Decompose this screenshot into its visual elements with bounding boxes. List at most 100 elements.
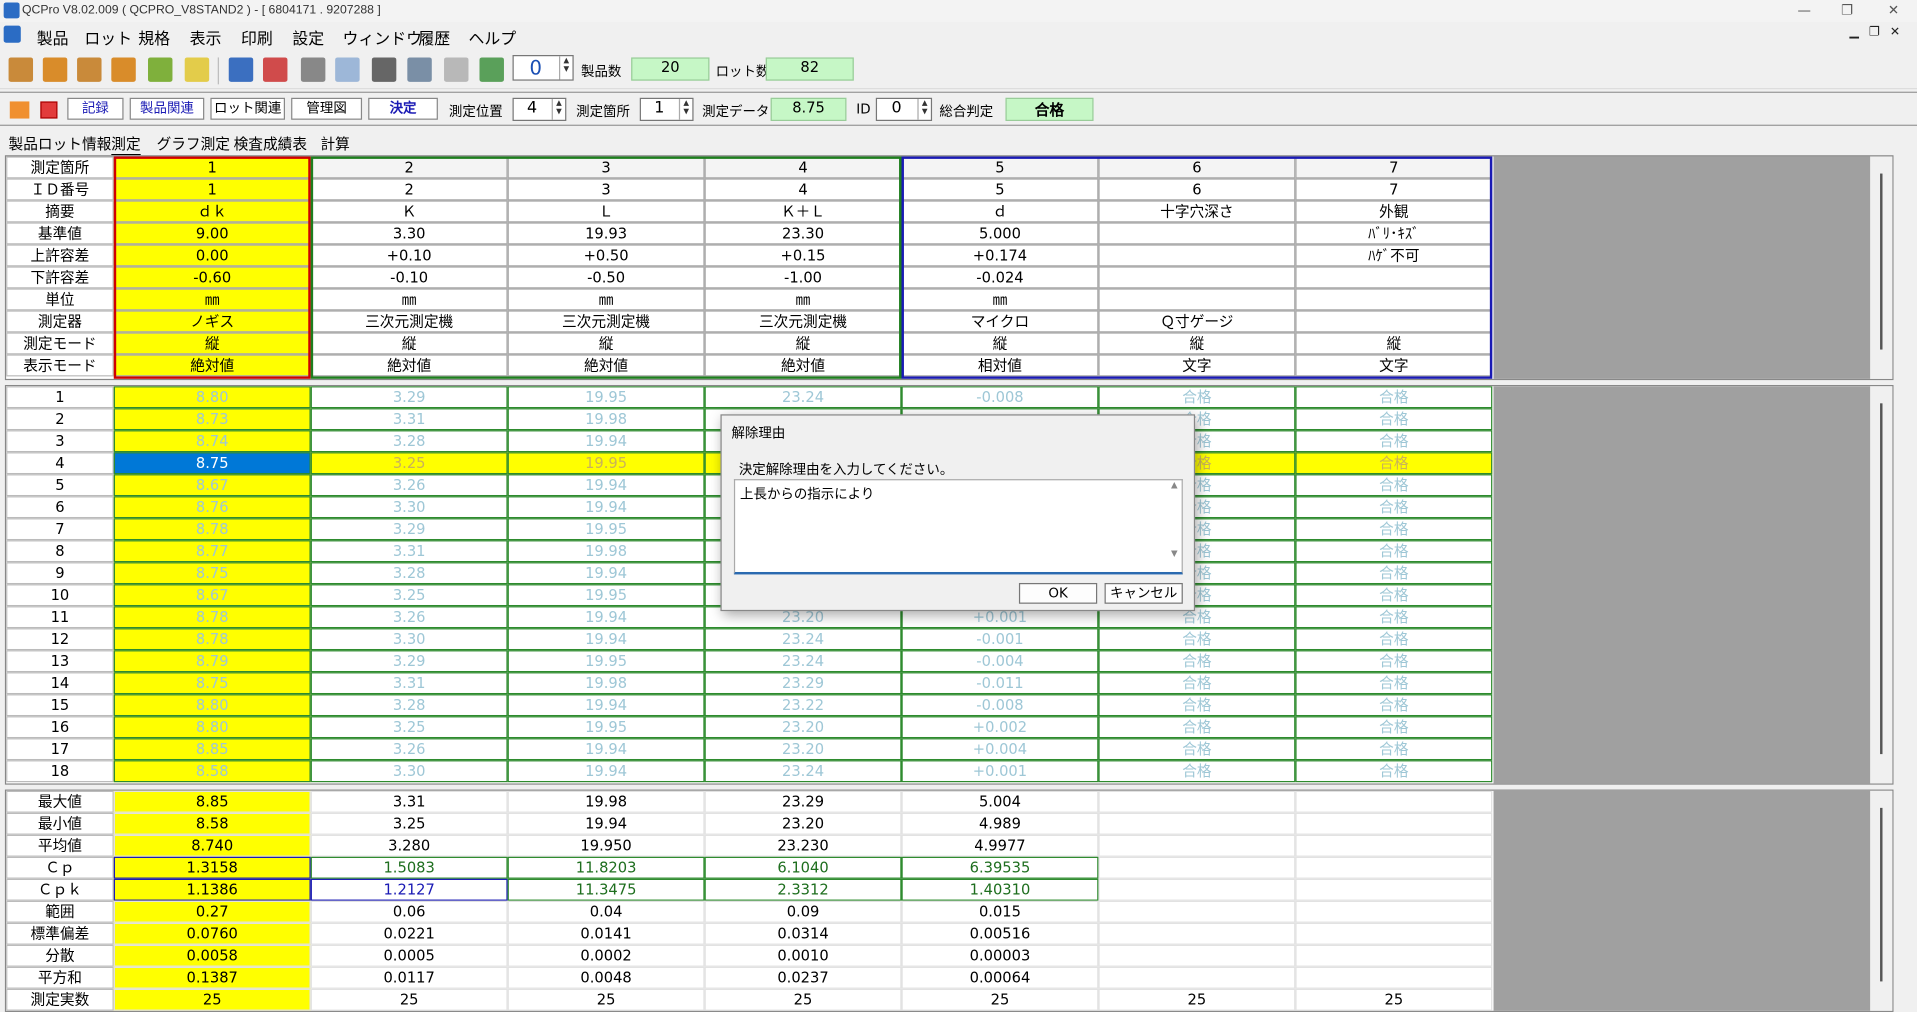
spec-cell[interactable] bbox=[1098, 266, 1296, 289]
meas-cell[interactable]: 3.26 bbox=[310, 738, 508, 761]
meas-cell[interactable]: -0.008 bbox=[901, 694, 1099, 717]
meas-cell[interactable]: 合格 bbox=[1295, 760, 1493, 783]
spec-cell[interactable]: 縦 bbox=[507, 332, 705, 355]
meas-cell[interactable]: 3.29 bbox=[310, 650, 508, 673]
vertical-scrollbar[interactable] bbox=[1870, 156, 1893, 379]
spec-cell[interactable]: ㎜ bbox=[507, 288, 705, 311]
spec-cell[interactable]: +0.50 bbox=[507, 244, 705, 267]
meas-cell[interactable]: 23.24 bbox=[704, 386, 902, 409]
menu-help[interactable]: ヘルプ bbox=[468, 26, 516, 49]
meas-cell[interactable]: 19.95 bbox=[507, 584, 705, 607]
meas-cell[interactable]: 8.78 bbox=[113, 628, 311, 651]
spec-cell[interactable]: 縦 bbox=[901, 332, 1099, 355]
meas-cell[interactable]: 8.58 bbox=[113, 760, 311, 783]
meas-cell[interactable]: 8.74 bbox=[113, 430, 311, 453]
minimize-icon[interactable]: — bbox=[1780, 1, 1829, 21]
meas-cell[interactable]: -0.011 bbox=[901, 672, 1099, 695]
counter-stepper[interactable]: 0 ▲ ▼ bbox=[512, 54, 574, 81]
export-icon[interactable] bbox=[407, 57, 432, 82]
meas-cell[interactable]: 23.29 bbox=[704, 672, 902, 695]
spec-cell[interactable]: 7 bbox=[1295, 156, 1493, 179]
tab-product-lot[interactable]: 製品ロット情報 bbox=[9, 133, 112, 154]
meas-cell[interactable]: 合格 bbox=[1098, 716, 1296, 739]
meas-cell[interactable]: 3.28 bbox=[310, 562, 508, 585]
spec-cell[interactable] bbox=[1295, 288, 1493, 311]
meas-cell[interactable]: 3.31 bbox=[310, 540, 508, 563]
meas-cell[interactable]: 3.29 bbox=[310, 386, 508, 409]
spec-cell[interactable]: 6 bbox=[1098, 156, 1296, 179]
meas-cell[interactable]: 19.95 bbox=[507, 386, 705, 409]
spec-cell[interactable]: 2 bbox=[310, 178, 508, 201]
meas-cell[interactable]: 19.94 bbox=[507, 474, 705, 497]
menu-lot[interactable]: ロット bbox=[84, 26, 132, 49]
meas-cell[interactable]: 3.25 bbox=[310, 452, 508, 475]
meas-cell[interactable]: 8.73 bbox=[113, 408, 311, 431]
meas-cell[interactable]: 19.94 bbox=[507, 496, 705, 519]
spec-cell[interactable]: 3 bbox=[507, 156, 705, 179]
import-icon[interactable] bbox=[228, 57, 254, 82]
search-product-icon[interactable] bbox=[8, 57, 34, 82]
meas-cell[interactable]: 8.67 bbox=[113, 474, 311, 497]
spec-cell[interactable]: 1 bbox=[113, 178, 311, 201]
spec-cell[interactable]: ㎜ bbox=[704, 288, 902, 311]
spec-cell[interactable]: 三次元測定機 bbox=[704, 310, 902, 333]
tab-calc[interactable]: 計算 bbox=[320, 133, 349, 154]
spec-cell[interactable]: ﾊﾞﾘ･ｷｽﾞ bbox=[1295, 222, 1493, 245]
tab-graph-measure[interactable]: グラフ測定 bbox=[157, 133, 230, 154]
meas-cell[interactable]: 8.75 bbox=[113, 672, 311, 695]
meas-cell[interactable]: -0.004 bbox=[901, 650, 1099, 673]
delete-icon[interactable] bbox=[40, 101, 58, 119]
id-stepper[interactable]: 0 ▲ ▼ bbox=[875, 97, 933, 121]
meas-cell[interactable]: 合格 bbox=[1295, 386, 1493, 409]
meas-cell[interactable]: 合格 bbox=[1295, 628, 1493, 651]
meas-cell[interactable]: +0.004 bbox=[901, 738, 1099, 761]
add-lot-icon[interactable] bbox=[111, 57, 136, 82]
spec-cell[interactable]: 5 bbox=[901, 156, 1099, 179]
spec-cell[interactable]: 外観 bbox=[1295, 200, 1493, 223]
spec-cell[interactable] bbox=[1295, 310, 1493, 333]
meas-cell[interactable]: 合格 bbox=[1098, 650, 1296, 673]
menu-window[interactable]: ウィンドウ bbox=[342, 26, 422, 49]
spec-cell[interactable]: ｄｋ bbox=[113, 200, 311, 223]
menu-spec[interactable]: 規格 bbox=[138, 26, 170, 49]
meas-cell[interactable]: 合格 bbox=[1098, 738, 1296, 761]
spec-cell[interactable]: 4 bbox=[704, 178, 902, 201]
meas-cell[interactable]: 3.30 bbox=[310, 496, 508, 519]
spec-cell[interactable]: 相対値 bbox=[901, 354, 1099, 377]
scroll-thumb[interactable] bbox=[1880, 807, 1883, 982]
mdi-restore-icon[interactable]: ❐ bbox=[1869, 26, 1880, 39]
meas-cell[interactable]: -0.008 bbox=[901, 386, 1099, 409]
spec-cell[interactable]: 23.30 bbox=[704, 222, 902, 245]
meas-cell[interactable]: 合格 bbox=[1295, 474, 1493, 497]
document-icon[interactable] bbox=[3, 25, 21, 43]
meas-cell[interactable]: 8.67 bbox=[113, 584, 311, 607]
edit-icon[interactable] bbox=[148, 57, 173, 82]
meas-cell[interactable]: 合格 bbox=[1098, 672, 1296, 695]
spec-cell[interactable]: +0.15 bbox=[704, 244, 902, 267]
meas-cell[interactable]: 3.28 bbox=[310, 430, 508, 453]
meas-cell[interactable]: 3.25 bbox=[310, 716, 508, 739]
meas-cell[interactable]: 8.77 bbox=[113, 540, 311, 563]
spec-cell[interactable]: 縦 bbox=[704, 332, 902, 355]
spec-cell[interactable]: 三次元測定機 bbox=[310, 310, 508, 333]
meas-cell[interactable]: 合格 bbox=[1295, 650, 1493, 673]
spec-cell[interactable]: 4 bbox=[704, 156, 902, 179]
print-icon[interactable] bbox=[300, 57, 326, 82]
meas-cell[interactable]: 合格 bbox=[1295, 694, 1493, 717]
meas-cell[interactable]: 3.28 bbox=[310, 694, 508, 717]
menu-settings[interactable]: 設定 bbox=[292, 26, 324, 49]
meas-cell[interactable]: -0.001 bbox=[901, 628, 1099, 651]
spec-cell[interactable]: +0.10 bbox=[310, 244, 508, 267]
meas-cell[interactable]: 19.95 bbox=[507, 452, 705, 475]
spec-cell[interactable] bbox=[1098, 244, 1296, 267]
spec-cell[interactable]: 絶対値 bbox=[507, 354, 705, 377]
spec-cell[interactable]: ㎜ bbox=[310, 288, 508, 311]
meas-cell[interactable]: 19.98 bbox=[507, 672, 705, 695]
product-related-button[interactable]: 製品関連 bbox=[129, 97, 205, 120]
meas-cell[interactable]: 合格 bbox=[1295, 430, 1493, 453]
meas-cell[interactable]: 3.29 bbox=[310, 518, 508, 541]
reason-textarea[interactable]: 上長からの指示により ▲ ▼ bbox=[733, 479, 1183, 575]
meas-cell[interactable]: 3.25 bbox=[310, 584, 508, 607]
spec-cell[interactable]: 1 bbox=[113, 156, 311, 179]
search-lot-icon[interactable] bbox=[77, 57, 102, 82]
